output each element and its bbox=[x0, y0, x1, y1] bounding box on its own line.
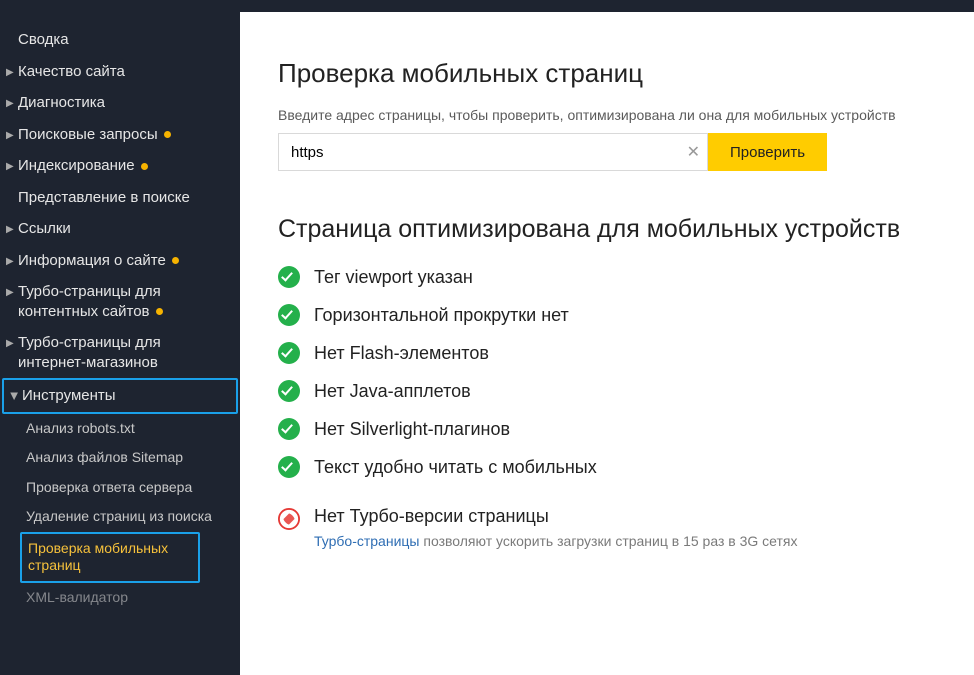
rocket-icon bbox=[278, 508, 300, 530]
check-ok-icon bbox=[278, 342, 300, 364]
chevron-right-icon: ▶ bbox=[6, 255, 14, 268]
chevron-right-icon: ▶ bbox=[6, 97, 14, 110]
check-item-label: Горизонтальной прокрутки нет bbox=[314, 305, 569, 326]
sidebar-item-label: Поисковые запросы bbox=[18, 125, 232, 145]
content: Проверка мобильных страниц Введите адрес… bbox=[240, 12, 974, 675]
check-ok-icon bbox=[278, 304, 300, 326]
page-title: Проверка мобильных страниц bbox=[278, 58, 954, 89]
result-title: Страница оптимизирована для мобильных ус… bbox=[278, 215, 954, 244]
sidebar: Сводка ▶ Качество сайта ▶ Диагностика ▶ … bbox=[0, 12, 240, 675]
sidebar-item-quality[interactable]: ▶ Качество сайта bbox=[0, 56, 240, 88]
turbo-title: Нет Турбо-версии страницы bbox=[314, 506, 954, 527]
check-item: Горизонтальной прокрутки нет bbox=[278, 304, 954, 326]
check-list: Тег viewport указан Горизонтальной прокр… bbox=[278, 266, 954, 478]
check-ok-icon bbox=[278, 418, 300, 440]
dot-badge-icon bbox=[156, 308, 163, 315]
check-ok-icon bbox=[278, 266, 300, 288]
sidebar-item-label: Ссылки bbox=[18, 219, 232, 239]
check-ok-icon bbox=[278, 456, 300, 478]
check-item-label: Нет Silverlight-плагинов bbox=[314, 419, 510, 440]
sidebar-item-links[interactable]: ▶ Ссылки bbox=[0, 213, 240, 245]
check-item-label: Нет Java-апплетов bbox=[314, 381, 471, 402]
check-item: Нет Silverlight-плагинов bbox=[278, 418, 954, 440]
sidebar-item-label: Информация о сайте bbox=[18, 251, 232, 271]
turbo-desc-rest: позволяют ускорить загрузки страниц в 15… bbox=[419, 533, 797, 549]
sub-item-robots[interactable]: Анализ robots.txt bbox=[20, 414, 240, 444]
chevron-right-icon: ▶ bbox=[6, 129, 14, 142]
main-wrap: Сводка ▶ Качество сайта ▶ Диагностика ▶ … bbox=[0, 12, 974, 675]
url-input-wrap: ✕ bbox=[278, 133, 708, 171]
check-ok-icon bbox=[278, 380, 300, 402]
chevron-right-icon: ▶ bbox=[6, 337, 14, 350]
check-item-label: Нет Flash-элементов bbox=[314, 343, 489, 364]
sidebar-item-label: Инструменты bbox=[22, 386, 228, 406]
dot-badge-icon bbox=[164, 131, 171, 138]
dot-badge-icon bbox=[141, 163, 148, 170]
sidebar-sub-tools: Анализ robots.txt Анализ файлов Sitemap … bbox=[0, 414, 240, 613]
sub-item-remove-pages[interactable]: Удаление страниц из поиска bbox=[20, 502, 240, 532]
sub-item-sitemap[interactable]: Анализ файлов Sitemap bbox=[20, 443, 240, 473]
chevron-down-icon: ▶ bbox=[8, 393, 21, 401]
top-bar bbox=[0, 0, 974, 12]
chevron-right-icon: ▶ bbox=[6, 286, 14, 299]
check-item-label: Тег viewport указан bbox=[314, 267, 473, 288]
sidebar-item-turbo-content[interactable]: ▶ Турбо-страницы для контентных сайтов bbox=[0, 276, 240, 327]
sidebar-item-label: Турбо-страницы для интернет-магазинов bbox=[18, 333, 232, 372]
url-input[interactable] bbox=[278, 133, 708, 171]
sidebar-item-label: Сводка bbox=[18, 30, 232, 50]
check-item: Нет Java-апплетов bbox=[278, 380, 954, 402]
chevron-right-icon: ▶ bbox=[6, 223, 14, 236]
check-item: Тег viewport указан bbox=[278, 266, 954, 288]
clear-icon[interactable]: ✕ bbox=[687, 142, 700, 162]
sidebar-item-appearance[interactable]: Представление в поиске bbox=[0, 182, 240, 214]
sidebar-item-label: Представление в поиске bbox=[18, 188, 232, 208]
sidebar-item-summary[interactable]: Сводка bbox=[0, 24, 240, 56]
hint-text: Введите адрес страницы, чтобы проверить,… bbox=[278, 107, 954, 123]
sub-item-mobile-check[interactable]: Проверка мобильных страниц bbox=[20, 532, 200, 583]
sub-item-xml-validator[interactable]: XML-валидатор bbox=[20, 583, 240, 613]
turbo-row: Нет Турбо-версии страницы Турбо-страницы… bbox=[278, 506, 954, 549]
sidebar-item-label: Диагностика bbox=[18, 93, 232, 113]
check-item-label: Текст удобно читать с мобильных bbox=[314, 457, 597, 478]
sub-item-server-response[interactable]: Проверка ответа сервера bbox=[20, 473, 240, 503]
sidebar-item-label: Качество сайта bbox=[18, 62, 232, 82]
sidebar-item-tools[interactable]: ▶ Инструменты bbox=[2, 378, 238, 414]
sidebar-item-site-info[interactable]: ▶ Информация о сайте bbox=[0, 245, 240, 277]
chevron-right-icon: ▶ bbox=[6, 160, 14, 173]
url-row: ✕ Проверить bbox=[278, 133, 954, 171]
check-item: Текст удобно читать с мобильных bbox=[278, 456, 954, 478]
check-item: Нет Flash-элементов bbox=[278, 342, 954, 364]
sidebar-item-diagnostics[interactable]: ▶ Диагностика bbox=[0, 87, 240, 119]
sidebar-item-indexing[interactable]: ▶ Индексирование bbox=[0, 150, 240, 182]
turbo-link[interactable]: Турбо-страницы bbox=[314, 533, 419, 549]
sidebar-item-label: Индексирование bbox=[18, 156, 232, 176]
check-button[interactable]: Проверить bbox=[708, 133, 827, 171]
dot-badge-icon bbox=[172, 257, 179, 264]
turbo-body: Нет Турбо-версии страницы Турбо-страницы… bbox=[314, 506, 954, 549]
chevron-right-icon: ▶ bbox=[6, 66, 14, 79]
turbo-desc: Турбо-страницы позволяют ускорить загруз… bbox=[314, 533, 954, 549]
sidebar-item-search-queries[interactable]: ▶ Поисковые запросы bbox=[0, 119, 240, 151]
sidebar-item-turbo-shop[interactable]: ▶ Турбо-страницы для интернет-магазинов bbox=[0, 327, 240, 378]
sidebar-item-label: Турбо-страницы для контентных сайтов bbox=[18, 282, 232, 321]
